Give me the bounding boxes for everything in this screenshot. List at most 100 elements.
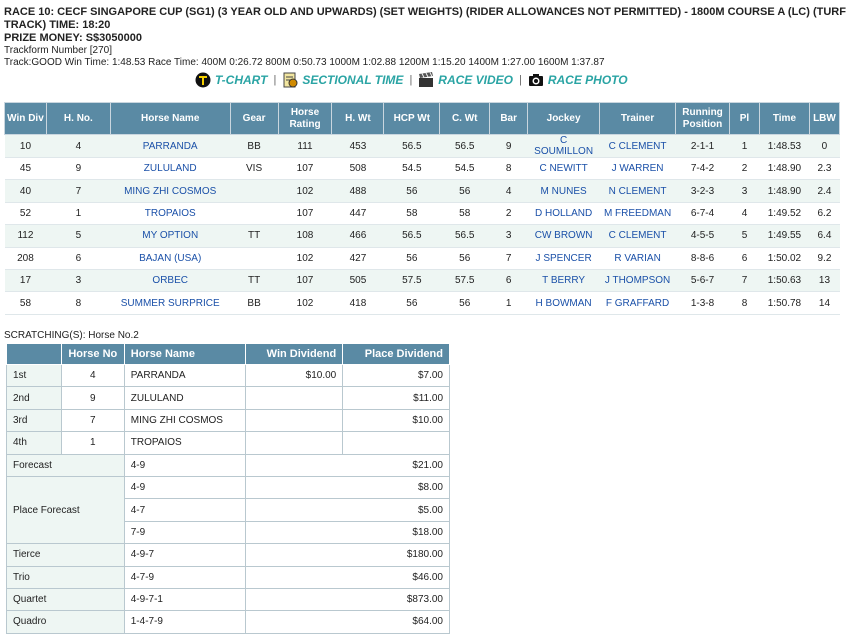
jockey-cell[interactable]: H BOWMAN bbox=[527, 291, 600, 315]
trainer-cell[interactable]: C CLEMENT bbox=[599, 134, 676, 158]
horse-weight-cell: 453 bbox=[331, 134, 384, 158]
horse-name-cell[interactable]: PARRANDA bbox=[110, 134, 231, 158]
pool-amount: $46.00 bbox=[245, 565, 450, 589]
running-position-cell: 8-8-6 bbox=[675, 247, 730, 270]
pool-amount: $18.00 bbox=[245, 520, 450, 545]
placing-cell: 1 bbox=[729, 134, 760, 158]
sectional-time-icon bbox=[283, 72, 298, 88]
placing-position: 3rd bbox=[6, 408, 62, 433]
pool-row: Tierce 4-9-7 $180.00 bbox=[6, 543, 450, 567]
running-position-cell: 3-2-3 bbox=[675, 179, 730, 203]
horse-rating-cell: 102 bbox=[278, 247, 332, 270]
horse-name-cell[interactable]: TROPAIOS bbox=[110, 202, 231, 226]
barrier-cell: 1 bbox=[489, 291, 528, 315]
placing-cell: 8 bbox=[729, 291, 760, 315]
win-div-cell: 10 bbox=[4, 134, 47, 158]
time-cell: 1:50.63 bbox=[759, 269, 810, 293]
horse-no-cell: 9 bbox=[46, 157, 111, 181]
horse-rating-cell: 107 bbox=[278, 157, 332, 181]
horse-rating-cell: 107 bbox=[278, 269, 332, 293]
placing-horse-name: PARRANDA bbox=[123, 363, 247, 388]
dividends-table: Horse No Horse Name Win Dividend Place D… bbox=[6, 343, 450, 634]
hcp-weight-cell: 56.5 bbox=[383, 134, 440, 158]
carried-weight-cell: 57.5 bbox=[439, 269, 490, 293]
sectional-time-label[interactable]: SECTIONAL TIME bbox=[302, 73, 403, 87]
sectional-time-link[interactable]: SECTIONAL TIME bbox=[282, 72, 403, 88]
results-header-cell: LBW bbox=[808, 102, 841, 135]
win-div-cell: 17 bbox=[4, 269, 47, 293]
horse-weight-cell: 427 bbox=[331, 247, 384, 270]
placing-horse-no: 4 bbox=[60, 363, 125, 388]
jockey-cell[interactable]: CW BROWN bbox=[527, 224, 600, 248]
jockey-cell[interactable]: C NEWITT bbox=[527, 157, 600, 181]
pool-label: Tierce bbox=[6, 543, 125, 567]
result-row: 17 3 ORBEC TT 107 505 57.5 57.5 6 T BERRY J THOMPS… bbox=[4, 269, 840, 293]
gear-cell: BB bbox=[230, 134, 279, 158]
trainer-cell[interactable]: R VARIAN bbox=[599, 247, 676, 270]
hcp-weight-cell: 56.5 bbox=[383, 224, 440, 248]
t-chart-label[interactable]: T-CHART bbox=[215, 73, 267, 87]
horse-name-cell[interactable]: ZULULAND bbox=[110, 157, 231, 181]
running-position-cell: 6-7-4 bbox=[675, 202, 730, 226]
t-chart-icon bbox=[195, 72, 211, 88]
jockey-cell[interactable]: J SPENCER bbox=[527, 247, 600, 270]
results-header-cell: C. Wt bbox=[439, 102, 491, 135]
pool-combination: 4-9 bbox=[123, 453, 247, 477]
jockey-cell[interactable]: M NUNES bbox=[527, 179, 600, 203]
place-dividend bbox=[342, 431, 450, 455]
running-position-cell: 5-6-7 bbox=[675, 269, 730, 293]
trainer-cell[interactable]: J WARREN bbox=[599, 157, 676, 181]
race-video-link[interactable]: RACE VIDEO bbox=[418, 72, 513, 88]
barrier-cell: 9 bbox=[489, 134, 528, 158]
pool-combination: 4-9-7-1 bbox=[123, 587, 247, 612]
win-dividend bbox=[245, 386, 344, 410]
horse-weight-cell: 466 bbox=[331, 224, 384, 248]
trainer-cell[interactable]: F GRAFFARD bbox=[599, 291, 676, 315]
win-div-cell: 52 bbox=[4, 202, 47, 226]
hcp-weight-cell: 56 bbox=[383, 179, 440, 203]
horse-rating-cell: 102 bbox=[278, 179, 332, 203]
trainer-cell[interactable]: M FREEDMAN bbox=[599, 202, 676, 226]
t-chart-link[interactable]: T-CHART bbox=[195, 72, 267, 88]
pool-label: Quartet bbox=[6, 587, 125, 612]
horse-rating-cell: 108 bbox=[278, 224, 332, 248]
race-title: RACE 10: CECF SINGAPORE CUP (SG1) (3 YEA… bbox=[4, 6, 846, 31]
pool-label: Quadro bbox=[6, 610, 125, 634]
horse-no-cell: 5 bbox=[46, 224, 111, 248]
race-photo-link[interactable]: RACE PHOTO bbox=[528, 72, 628, 88]
win-div-cell: 45 bbox=[4, 157, 47, 181]
jockey-cell[interactable]: D HOLLAND bbox=[527, 202, 600, 226]
horse-name-cell[interactable]: MING ZHI COSMOS bbox=[110, 179, 231, 203]
horse-name-cell[interactable]: ORBEC bbox=[110, 269, 231, 293]
race-photo-label[interactable]: RACE PHOTO bbox=[548, 73, 628, 87]
jockey-cell[interactable]: T BERRY bbox=[527, 269, 600, 293]
place-forecast-row: Place Forecast 4-9 $8.00 bbox=[6, 475, 450, 545]
trainer-cell[interactable]: J THOMPSON bbox=[599, 269, 676, 293]
horse-name-cell[interactable]: BAJAN (USA) bbox=[110, 247, 231, 270]
barrier-cell: 6 bbox=[489, 269, 528, 293]
jockey-cell[interactable]: C SOUMILLON bbox=[527, 134, 600, 158]
pool-amount: $180.00 bbox=[245, 543, 450, 567]
lbw-cell: 6.4 bbox=[809, 224, 840, 248]
placing-horse-name: MING ZHI COSMOS bbox=[123, 408, 247, 433]
pool-combination: 4-7-9 bbox=[123, 565, 247, 589]
lbw-cell: 9.2 bbox=[809, 247, 840, 270]
horse-name-cell[interactable]: MY OPTION bbox=[110, 224, 231, 248]
gear-cell: TT bbox=[230, 224, 279, 248]
dividends-header-blank bbox=[6, 343, 62, 365]
results-header-cell: Bar bbox=[489, 102, 529, 135]
win-dividend bbox=[245, 431, 344, 455]
trainer-cell[interactable]: N CLEMENT bbox=[599, 179, 676, 203]
horse-rating-cell: 107 bbox=[278, 202, 332, 226]
gear-cell: BB bbox=[230, 291, 279, 315]
trainer-cell[interactable]: C CLEMENT bbox=[599, 224, 676, 248]
placing-cell: 3 bbox=[729, 179, 760, 203]
time-cell: 1:50.02 bbox=[759, 247, 810, 270]
placing-position: 2nd bbox=[6, 386, 62, 410]
win-div-cell: 40 bbox=[4, 179, 47, 203]
place-dividend: $7.00 bbox=[342, 363, 450, 388]
placing-row: 3rd 7 MING ZHI COSMOS $10.00 bbox=[6, 408, 450, 433]
placing-row: 2nd 9 ZULULAND $11.00 bbox=[6, 386, 450, 410]
horse-name-cell[interactable]: SUMMER SURPRICE bbox=[110, 291, 231, 315]
race-video-label[interactable]: RACE VIDEO bbox=[438, 73, 513, 87]
